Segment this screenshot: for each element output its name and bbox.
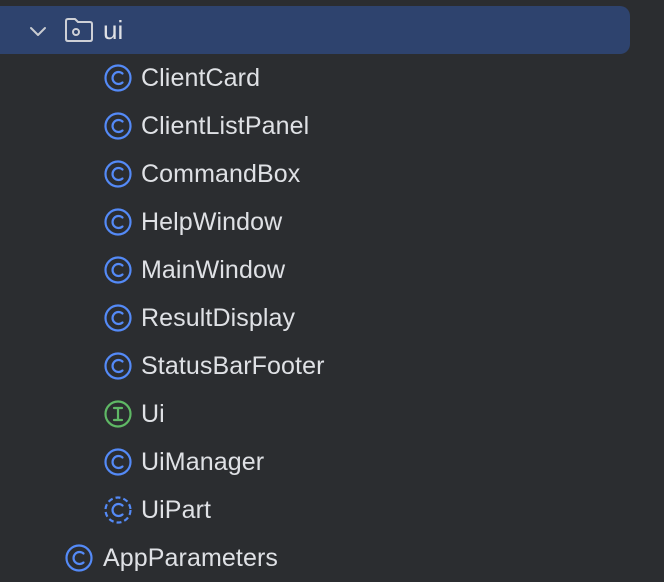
tree-item-mainwindow[interactable]: MainWindow — [0, 246, 664, 294]
tree-item-label: Ui — [141, 400, 165, 428]
class-icon — [104, 256, 132, 284]
tree-item-label: CommandBox — [141, 160, 301, 188]
tree-item-uimanager[interactable]: UiManager — [0, 438, 664, 486]
abstract-class-icon — [104, 496, 132, 524]
class-icon — [104, 352, 132, 380]
tree-item-label: StatusBarFooter — [141, 352, 325, 380]
class-icon — [65, 544, 93, 572]
tree-item-label: AppParameters — [103, 544, 278, 572]
tree-item-uipart[interactable]: UiPart — [0, 486, 664, 534]
tree-item-statusbarfooter[interactable]: StatusBarFooter — [0, 342, 664, 390]
class-icon — [104, 448, 132, 476]
chevron-down-icon[interactable] — [27, 20, 49, 42]
folder-package-icon — [65, 18, 93, 42]
class-icon — [104, 160, 132, 188]
tree-item-label: UiPart — [141, 496, 212, 524]
tree-item-helpwindow[interactable]: HelpWindow — [0, 198, 664, 246]
project-tree: ui ClientCard ClientListPanel CommandBox… — [0, 0, 664, 572]
tree-item-commandbox[interactable]: CommandBox — [0, 150, 664, 198]
tree-item-label: ResultDisplay — [141, 304, 296, 332]
tree-item-label: UiManager — [141, 448, 265, 476]
tree-item-label: ClientListPanel — [141, 112, 310, 140]
tree-item-ui[interactable]: Ui — [0, 390, 664, 438]
tree-item-clientcard[interactable]: ClientCard — [0, 54, 664, 102]
tree-folder-ui[interactable]: ui — [0, 6, 664, 54]
class-icon — [104, 112, 132, 140]
selection-highlight — [0, 6, 630, 54]
class-icon — [104, 304, 132, 332]
interface-icon — [104, 400, 132, 428]
tree-item-clientlistpanel[interactable]: ClientListPanel — [0, 102, 664, 150]
tree-item-resultdisplay[interactable]: ResultDisplay — [0, 294, 664, 342]
tree-folder-label: ui — [103, 15, 124, 45]
tree-item-appparameters[interactable]: AppParameters — [0, 534, 664, 582]
class-icon — [104, 64, 132, 92]
tree-item-label: HelpWindow — [141, 208, 283, 236]
tree-item-label: MainWindow — [141, 256, 286, 284]
tree-item-label: ClientCard — [141, 64, 261, 92]
class-icon — [104, 208, 132, 236]
